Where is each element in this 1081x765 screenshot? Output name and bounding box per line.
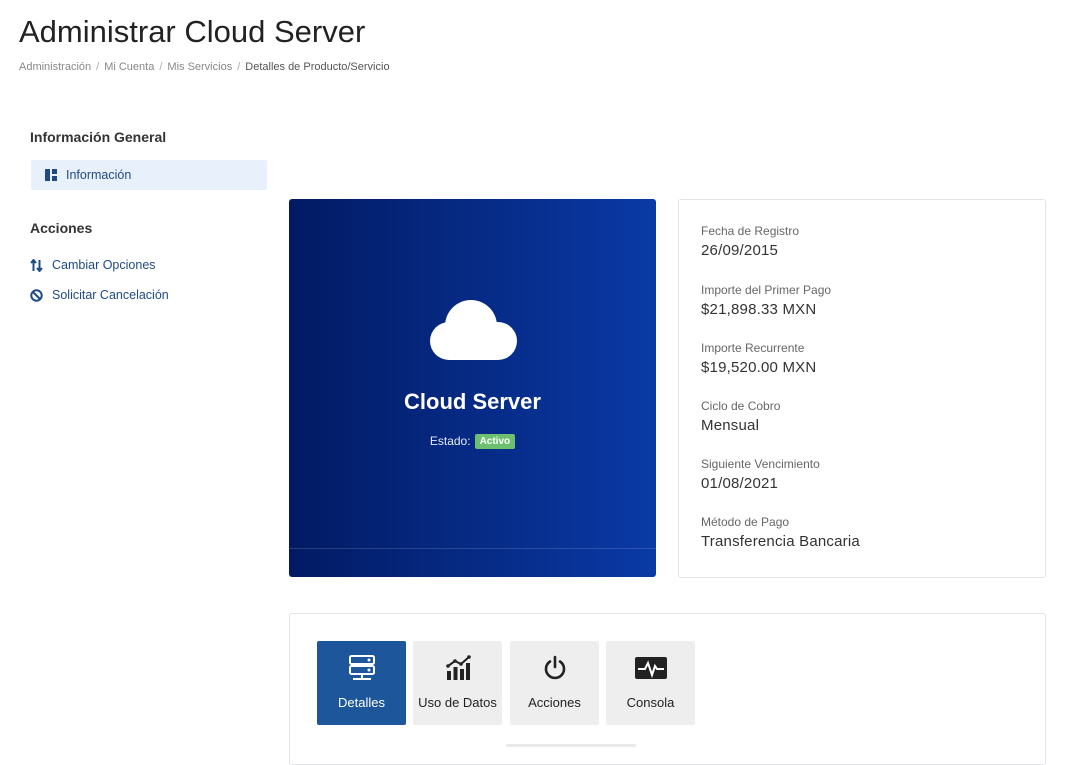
info-first-payment: Importe del Primer Pago $21,898.33 MXN [701, 283, 831, 318]
sidebar-item-change-options[interactable]: Cambiar Opciones [30, 258, 156, 272]
card-divider [289, 548, 656, 549]
info-label: Importe Recurrente [701, 341, 805, 355]
tab-actions[interactable]: Acciones [510, 641, 599, 725]
sidebar-item-information[interactable]: Información [31, 160, 267, 190]
breadcrumb-item-admin[interactable]: Administración [19, 61, 91, 73]
info-label: Ciclo de Cobro [701, 399, 781, 413]
tab-data-usage[interactable]: Uso de Datos [413, 641, 502, 725]
info-label: Siguiente Vencimiento [701, 457, 820, 471]
billing-info-card: Fecha de Registro 26/09/2015 Importe del… [678, 199, 1046, 578]
terminal-pulse-icon [606, 655, 695, 681]
info-recurring-amount: Importe Recurrente $19,520.00 MXN [701, 341, 816, 376]
info-label: Importe del Primer Pago [701, 283, 832, 297]
sidebar-item-request-cancellation[interactable]: Solicitar Cancelación [30, 288, 169, 302]
info-value: 26/09/2015 [701, 242, 779, 259]
sidebar-actions-heading: Acciones [30, 220, 93, 236]
info-value: 01/08/2021 [701, 475, 779, 492]
cloud-icon [427, 297, 519, 366]
page-title: Administrar Cloud Server [19, 14, 366, 49]
sidebar-item-label: Información [66, 168, 132, 182]
product-status: Estado: Activo [289, 434, 656, 449]
sidebar-item-label: Solicitar Cancelación [52, 288, 169, 302]
info-label: Método de Pago [701, 515, 790, 529]
tab-label: Consola [626, 695, 675, 710]
breadcrumb-separator: / [237, 61, 241, 73]
breadcrumb-item-services[interactable]: Mis Servicios [167, 61, 232, 73]
info-value: Mensual [701, 417, 760, 434]
info-registration-date: Fecha de Registro 26/09/2015 [701, 224, 799, 259]
info-label: Fecha de Registro [701, 224, 800, 238]
bar-chart-icon [413, 655, 502, 681]
info-value: Transferencia Bancaria [701, 533, 860, 550]
info-payment-method: Método de Pago Transferencia Bancaria [701, 515, 860, 550]
tab-label: Uso de Datos [418, 695, 497, 710]
tab-console[interactable]: Consola [606, 641, 695, 725]
breadcrumb: Administración / Mi Cuenta / Mis Servicios / D… [19, 61, 390, 73]
breadcrumb-separator: / [159, 61, 163, 73]
info-value: $21,898.33 MXN [701, 301, 817, 318]
breadcrumb-current: Detalles de Producto/Servicio [245, 61, 390, 73]
tab-details[interactable]: Detalles [317, 641, 406, 725]
info-value: $19,520.00 MXN [701, 359, 817, 376]
product-card: Cloud Server Estado: Activo [289, 199, 656, 577]
breadcrumb-item-account[interactable]: Mi Cuenta [104, 61, 154, 73]
sidebar-item-label: Cambiar Opciones [52, 258, 156, 272]
breadcrumb-separator: / [96, 61, 100, 73]
info-billing-cycle: Ciclo de Cobro Mensual [701, 399, 780, 434]
ban-icon [30, 288, 43, 302]
status-badge: Activo [474, 434, 516, 449]
status-label: Estado: [429, 434, 471, 448]
product-name: Cloud Server [404, 389, 541, 414]
dashboard-icon [45, 169, 57, 181]
tab-label: Detalles [338, 695, 385, 710]
tab-label: Acciones [528, 695, 581, 710]
sidebar-general-heading: Información General [30, 129, 167, 145]
server-icon [317, 655, 406, 681]
power-icon [510, 655, 599, 681]
swap-icon [30, 258, 43, 272]
info-next-due-date: Siguiente Vencimiento 01/08/2021 [701, 457, 820, 492]
